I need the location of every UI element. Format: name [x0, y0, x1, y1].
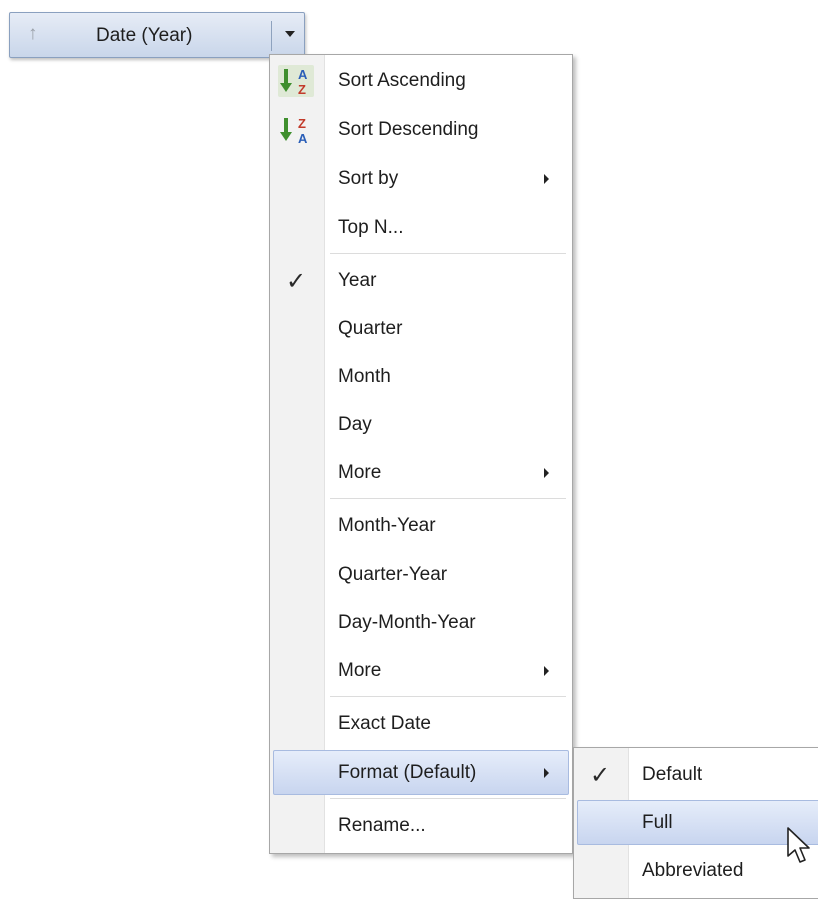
- sort-up-arrow-icon: ↑: [28, 23, 38, 44]
- svg-text:Z: Z: [298, 116, 306, 131]
- svg-text:Z: Z: [298, 82, 306, 97]
- menu-item-label: Year: [338, 270, 377, 291]
- submenu-item-default[interactable]: ✓ Default: [574, 751, 818, 798]
- chevron-down-icon: [285, 31, 295, 37]
- menu-item-label: Format (Default): [338, 762, 477, 783]
- menu-item-format[interactable]: Format (Default): [270, 749, 572, 796]
- mouse-pointer-icon: [787, 827, 810, 863]
- menu-item-label: Month: [338, 366, 391, 387]
- checkmark-icon: ✓: [286, 268, 307, 295]
- highlight-background: [577, 800, 818, 845]
- menu-item-day-month-year[interactable]: Day-Month-Year: [270, 599, 572, 646]
- field-header-dropdown-button[interactable]: [277, 13, 303, 57]
- menu-item-quarter[interactable]: Quarter: [270, 305, 572, 352]
- menu-item-label: Full: [642, 812, 673, 833]
- menu-item-more-2[interactable]: More: [270, 647, 572, 694]
- menu-item-more-1[interactable]: More: [270, 449, 572, 496]
- menu-item-top-n[interactable]: Top N...: [270, 204, 572, 251]
- menu-item-sort-by[interactable]: Sort by: [270, 155, 572, 202]
- format-submenu: ✓ Default Full Abbreviated: [573, 747, 818, 899]
- menu-item-label: Top N...: [338, 217, 404, 238]
- checkmark-icon: ✓: [590, 762, 611, 789]
- menu-separator: [330, 798, 566, 800]
- menu-item-sort-ascending[interactable]: A Z Sort Ascending: [270, 57, 572, 104]
- submenu-item-abbreviated[interactable]: Abbreviated: [574, 847, 818, 894]
- menu-item-month-year[interactable]: Month-Year: [270, 502, 572, 549]
- field-header-label: Date (Year): [96, 25, 193, 46]
- sort-ascending-icon: A Z: [278, 65, 314, 97]
- menu-item-rename[interactable]: Rename...: [270, 802, 572, 849]
- menu-item-label: Rename...: [338, 815, 426, 836]
- menu-item-label: Day: [338, 414, 372, 435]
- menu-item-day[interactable]: Day: [270, 401, 572, 448]
- field-header-divider: [271, 21, 272, 51]
- submenu-arrow-icon: [544, 468, 549, 478]
- menu-separator: [330, 696, 566, 698]
- menu-item-label: Month-Year: [338, 515, 436, 536]
- sort-descending-icon: Z A: [280, 116, 308, 146]
- menu-item-quarter-year[interactable]: Quarter-Year: [270, 551, 572, 598]
- menu-separator: [330, 498, 566, 500]
- menu-item-label: Quarter: [338, 318, 403, 339]
- menu-item-label: Sort by: [338, 168, 399, 189]
- menu-item-exact-date[interactable]: Exact Date: [270, 700, 572, 747]
- submenu-item-full[interactable]: Full: [574, 799, 818, 846]
- menu-item-sort-descending[interactable]: Z A Sort Descending: [270, 106, 572, 153]
- menu-item-label: Sort Descending: [338, 119, 479, 140]
- menu-item-label: More: [338, 462, 382, 483]
- submenu-arrow-icon: [544, 768, 549, 778]
- menu-separator: [330, 253, 566, 255]
- menu-item-label: Quarter-Year: [338, 564, 448, 585]
- svg-text:A: A: [298, 67, 308, 82]
- date-field-header[interactable]: ↑ Date (Year): [9, 12, 305, 58]
- svg-text:A: A: [298, 131, 308, 146]
- menu-item-label: Day-Month-Year: [338, 612, 476, 633]
- menu-item-label: More: [338, 660, 382, 681]
- menu-item-year[interactable]: ✓ Year: [270, 257, 572, 304]
- menu-item-label: Default: [642, 764, 703, 785]
- submenu-arrow-icon: [544, 666, 549, 676]
- menu-item-label: Sort Ascending: [338, 70, 466, 91]
- submenu-arrow-icon: [544, 174, 549, 184]
- field-context-menu: A Z Sort Ascending Z A Sort Descending S…: [269, 54, 573, 854]
- menu-item-label: Abbreviated: [642, 860, 744, 881]
- menu-item-label: Exact Date: [338, 713, 431, 734]
- menu-item-month[interactable]: Month: [270, 353, 572, 400]
